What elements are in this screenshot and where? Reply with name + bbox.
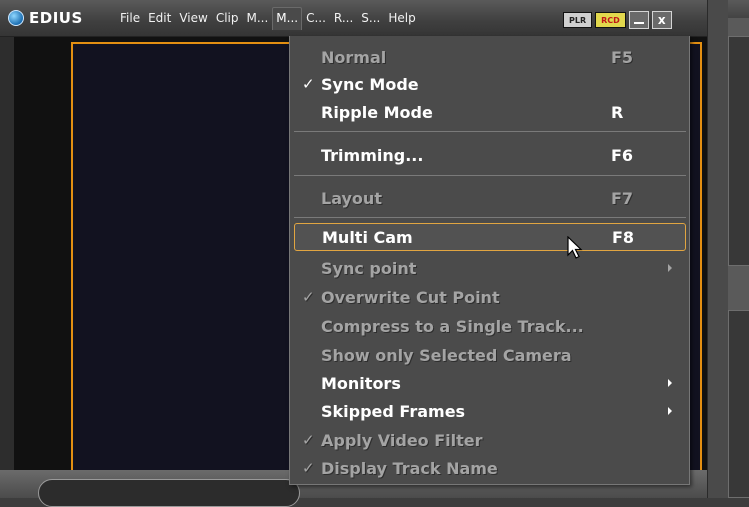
- menu-item-shortcut: R: [611, 103, 624, 122]
- minimize-icon: [633, 22, 644, 24]
- menu-mode[interactable]: M...: [272, 7, 303, 30]
- menu-item-overwrite-cut-point[interactable]: ✓ Overwrite Cut Point: [294, 284, 686, 312]
- menu-item-sync-mode[interactable]: ✓ Sync Mode: [294, 71, 686, 99]
- plr-toggle-button[interactable]: PLR: [563, 12, 593, 28]
- menu-item-sync-point[interactable]: Sync point: [294, 255, 686, 283]
- menu-item-shortcut: F8: [612, 228, 635, 247]
- window-controls: PLR RCD x: [563, 11, 672, 29]
- menu-view[interactable]: View: [175, 7, 211, 30]
- menu-help[interactable]: Help: [384, 7, 419, 30]
- right-side-panel: [728, 18, 749, 498]
- menu-settings[interactable]: S...: [357, 7, 384, 30]
- menu-item-label: Display Track Name: [321, 459, 498, 478]
- menu-bar: File Edit View Clip M... M... C... R... …: [116, 7, 420, 30]
- menu-item-multi-cam[interactable]: Multi Cam F8: [294, 223, 686, 251]
- menu-item-label: Sync Mode: [321, 75, 419, 94]
- left-edge-panel: [0, 37, 14, 498]
- menu-item-skipped-frames[interactable]: Skipped Frames: [294, 398, 686, 426]
- menu-edit[interactable]: Edit: [144, 7, 175, 30]
- right-panel-box-upper: [728, 36, 749, 266]
- timecode-display: [38, 479, 300, 507]
- scroll-strip: [707, 0, 728, 498]
- menu-item-shortcut: F7: [611, 189, 634, 208]
- checkmark-icon: ✓: [302, 288, 315, 306]
- app-logo: EDIUS: [8, 9, 83, 27]
- menu-item-shortcut: F5: [611, 48, 634, 67]
- menu-item-label: Ripple Mode: [321, 103, 433, 122]
- right-panel-box-lower: [728, 310, 749, 498]
- menu-item-label: Sync point: [321, 259, 417, 278]
- submenu-arrow-icon: [668, 379, 672, 387]
- checkmark-icon: ✓: [302, 75, 315, 93]
- submenu-arrow-icon: [668, 264, 672, 272]
- mode-dropdown-menu: Normal F5 ✓ Sync Mode Ripple Mode R Trim…: [289, 36, 690, 485]
- menu-item-label: Apply Video Filter: [321, 431, 483, 450]
- menu-item-display-track-name[interactable]: ✓ Display Track Name: [294, 455, 686, 483]
- menu-item-shortcut: F6: [611, 146, 634, 165]
- menu-item-label: Normal: [321, 48, 387, 67]
- menu-item-layout[interactable]: Layout F7: [294, 185, 686, 213]
- menu-item-label: Overwrite Cut Point: [321, 288, 500, 307]
- menu-item-label: Compress to a Single Track...: [321, 317, 584, 336]
- edius-logo-icon: [8, 10, 24, 26]
- checkmark-icon: ✓: [302, 459, 315, 477]
- close-icon: x: [657, 13, 666, 27]
- app-name: EDIUS: [29, 9, 83, 27]
- checkmark-icon: ✓: [302, 431, 315, 449]
- menu-render[interactable]: R...: [330, 7, 357, 30]
- menu-item-normal[interactable]: Normal F5: [294, 44, 686, 72]
- mouse-cursor-icon: [567, 236, 583, 259]
- menu-capture[interactable]: C...: [302, 7, 330, 30]
- menu-clip[interactable]: Clip: [212, 7, 243, 30]
- submenu-arrow-icon: [668, 407, 672, 415]
- menu-item-apply-video-filter[interactable]: ✓ Apply Video Filter: [294, 427, 686, 455]
- minimize-button[interactable]: [628, 11, 649, 29]
- menu-item-label: Multi Cam: [322, 228, 413, 247]
- rcd-toggle-button[interactable]: RCD: [595, 12, 626, 28]
- menu-item-monitors[interactable]: Monitors: [294, 370, 686, 398]
- menu-separator: [294, 217, 686, 218]
- menu-item-show-selected-camera[interactable]: Show only Selected Camera: [294, 342, 686, 370]
- menu-item-label: Monitors: [321, 374, 401, 393]
- menu-item-label: Layout: [321, 189, 382, 208]
- menu-item-ripple-mode[interactable]: Ripple Mode R: [294, 99, 686, 127]
- menu-item-label: Skipped Frames: [321, 402, 466, 421]
- menu-file[interactable]: File: [116, 7, 144, 30]
- menu-separator: [294, 131, 686, 132]
- menu-separator: [294, 175, 686, 176]
- menu-item-trimming[interactable]: Trimming... F6: [294, 142, 686, 170]
- close-button[interactable]: x: [651, 11, 672, 29]
- menu-item-label: Show only Selected Camera: [321, 346, 572, 365]
- menu-item-compress-single-track[interactable]: Compress to a Single Track...: [294, 313, 686, 341]
- menu-marker[interactable]: M...: [243, 7, 273, 30]
- menu-item-label: Trimming...: [321, 146, 424, 165]
- title-bar: EDIUS File Edit View Clip M... M... C...…: [0, 0, 749, 37]
